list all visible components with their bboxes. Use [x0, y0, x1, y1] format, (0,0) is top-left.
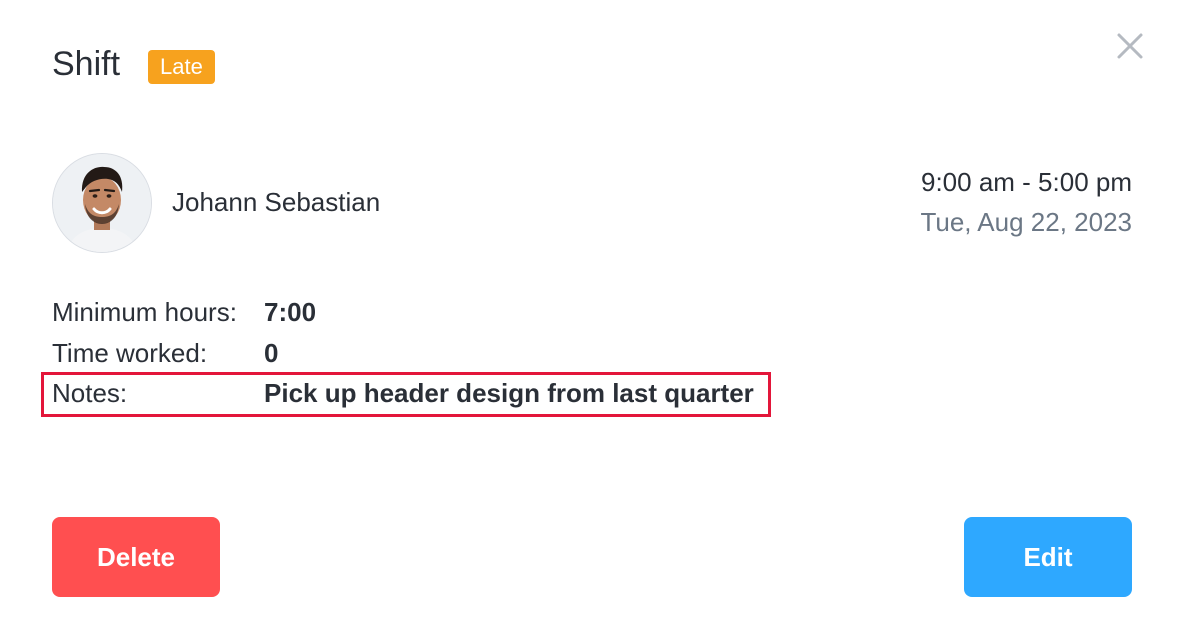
time-worked-value: 0: [264, 338, 279, 368]
shift-time-range: 9:00 am - 5:00 pm: [921, 167, 1132, 197]
time-worked-label: Time worked:: [52, 338, 208, 368]
notes-highlight-box: [41, 372, 771, 417]
avatar: [52, 153, 152, 253]
edit-button[interactable]: Edit: [964, 517, 1132, 597]
minimum-hours-label: Minimum hours:: [52, 297, 237, 327]
employee-name: Johann Sebastian: [172, 187, 381, 217]
close-button[interactable]: [1112, 28, 1148, 64]
status-badge: Late: [148, 50, 215, 84]
avatar-image: [53, 154, 151, 252]
close-icon: [1117, 33, 1143, 59]
minimum-hours-row: Minimum hours: 7:00: [52, 292, 316, 332]
time-worked-row: Time worked: 0: [52, 333, 278, 373]
minimum-hours-value: 7:00: [264, 297, 317, 327]
shift-date: Tue, Aug 22, 2023: [920, 207, 1132, 237]
shift-dialog: Shift Late Johann Sebastian 9:00 am - 5:…: [0, 0, 1180, 638]
dialog-title: Shift: [52, 45, 121, 83]
delete-button[interactable]: Delete: [52, 517, 220, 597]
